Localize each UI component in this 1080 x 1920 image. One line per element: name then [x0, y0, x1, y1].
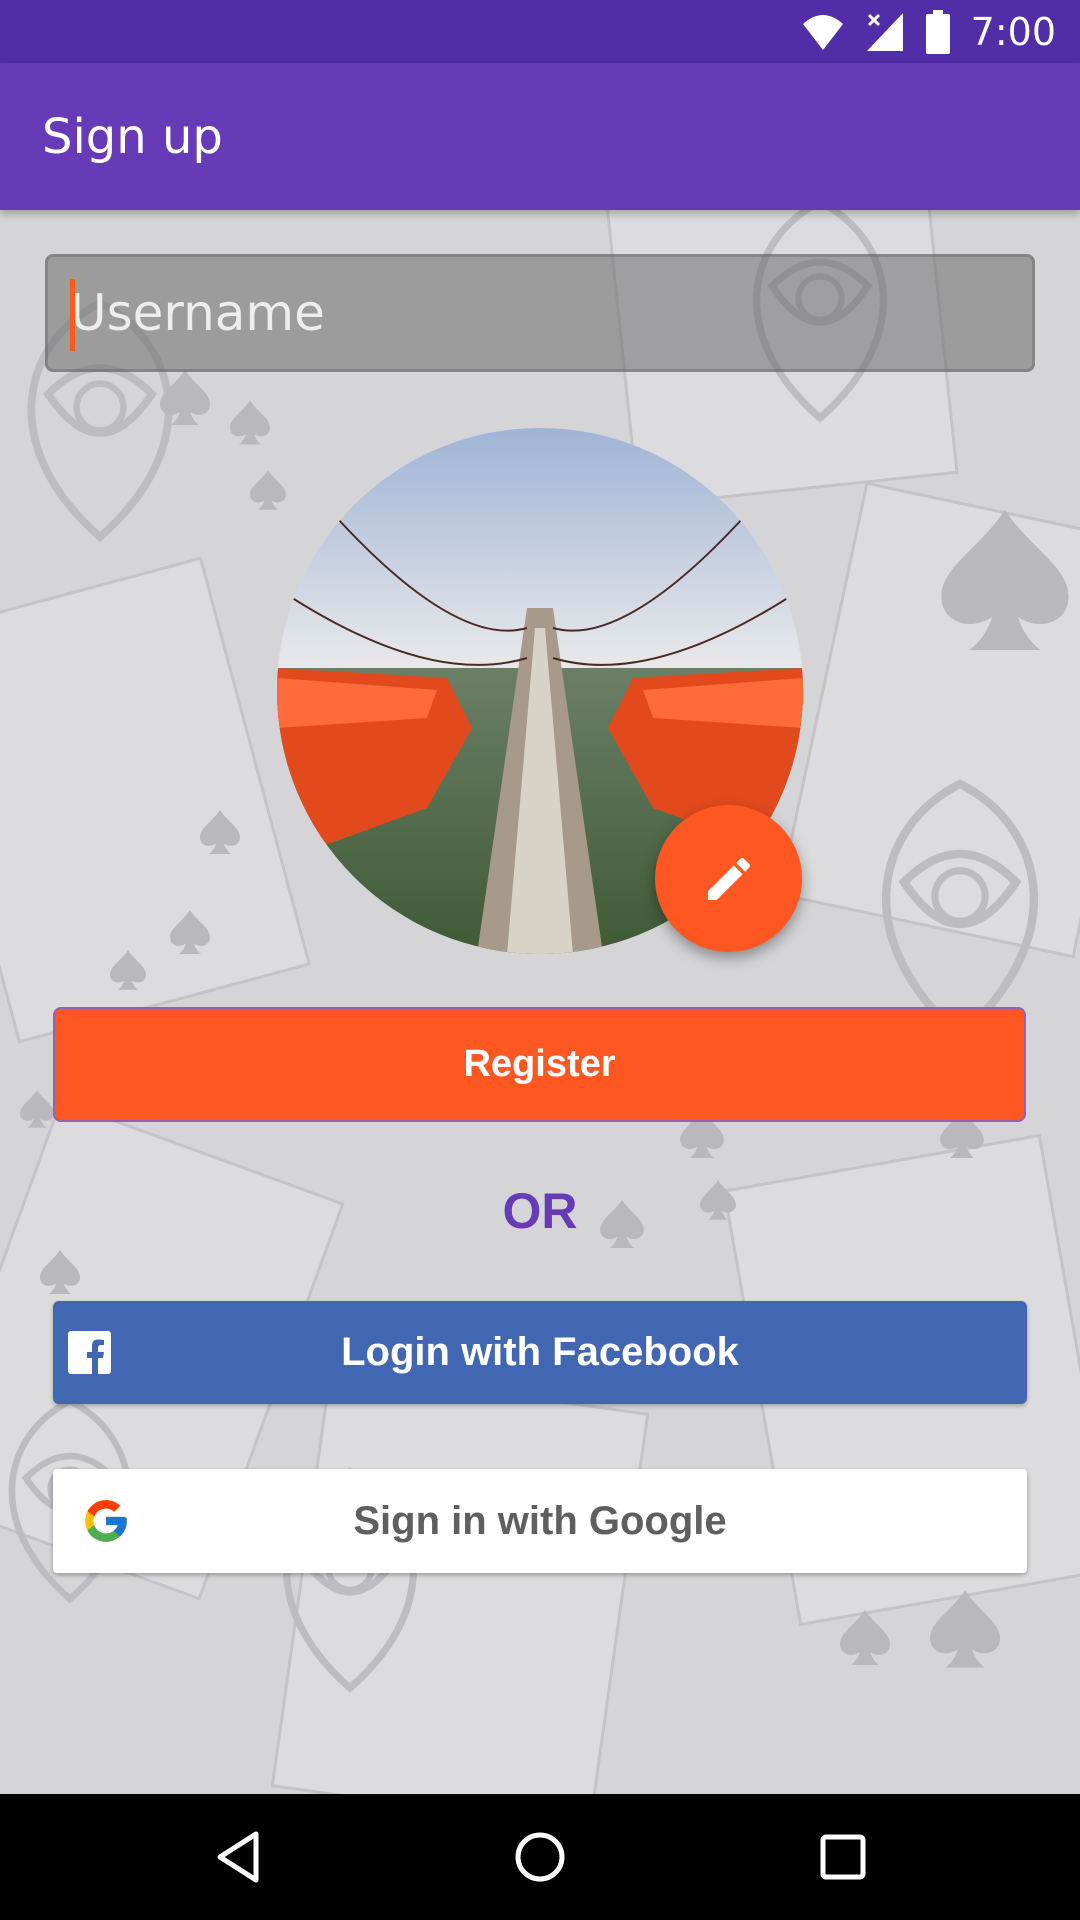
home-icon[interactable]	[505, 1822, 575, 1892]
edit-photo-button[interactable]	[655, 805, 802, 952]
text-cursor	[70, 279, 75, 351]
google-signin-label: Sign in with Google	[353, 1498, 727, 1543]
recents-icon[interactable]	[808, 1822, 878, 1892]
register-button[interactable]: Register	[53, 1007, 1026, 1122]
or-divider-label: OR	[502, 1183, 578, 1239]
facebook-login-label: Login with Facebook	[341, 1330, 739, 1374]
clock-time: 7:00	[970, 9, 1056, 54]
battery-icon	[925, 9, 950, 54]
facebook-login-button[interactable]: Login with Facebook	[53, 1301, 1027, 1404]
navigation-bar	[0, 1794, 1080, 1920]
username-input[interactable]	[48, 257, 1032, 369]
page-title: Sign up	[42, 108, 223, 165]
pencil-icon	[707, 857, 750, 900]
back-icon[interactable]	[204, 1822, 274, 1892]
signal-icon	[866, 12, 903, 51]
sign-up-screen: 7:00 Sign up Username Register OR Login …	[0, 0, 1080, 1920]
facebook-icon	[68, 1331, 111, 1374]
register-label: Register	[463, 1043, 616, 1085]
app-bar: Sign up	[0, 63, 1080, 210]
username-field[interactable]	[45, 254, 1035, 372]
google-icon	[85, 1500, 127, 1542]
google-signin-button[interactable]: Sign in with Google	[53, 1469, 1027, 1573]
wifi-icon	[802, 14, 843, 50]
status-bar: 7:00	[0, 0, 1080, 63]
